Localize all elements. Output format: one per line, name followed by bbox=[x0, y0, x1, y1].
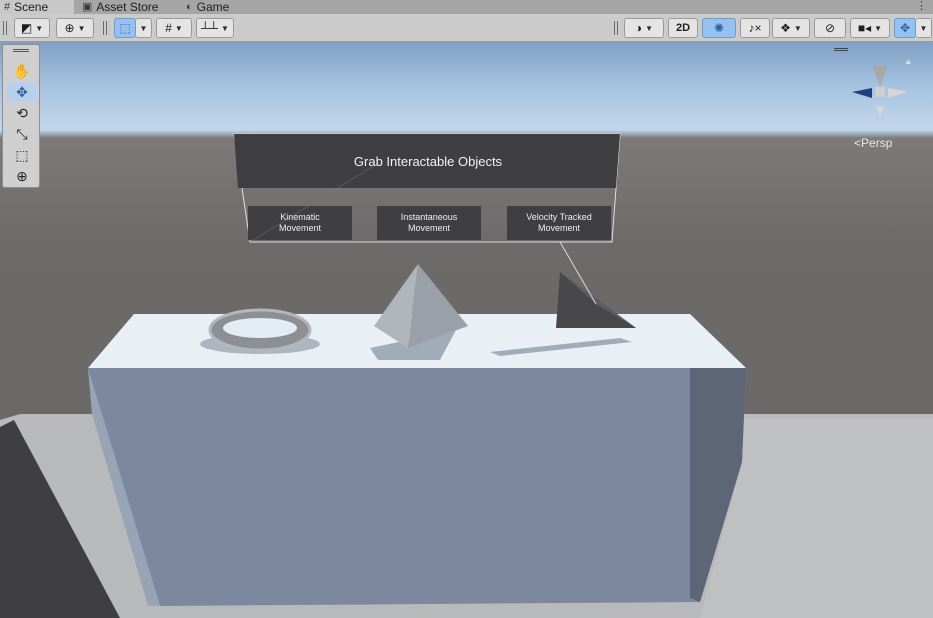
rotate-tool[interactable]: ⟲ bbox=[7, 103, 37, 123]
velocity-tracked-movement-button[interactable]: Velocity Tracked Movement bbox=[507, 212, 611, 234]
button-label-line2: Movement bbox=[278, 223, 322, 233]
more-options-icon[interactable]: ⋮ bbox=[916, 0, 927, 12]
torus-hole bbox=[223, 318, 297, 338]
button-label-line2: Movement bbox=[537, 223, 581, 233]
lock-icon[interactable]: 🔒︎ bbox=[906, 56, 911, 67]
camera-dropdown[interactable]: ■◂ ▼ bbox=[850, 18, 890, 38]
shading-mode-dropdown[interactable]: ◑ ▼ bbox=[624, 18, 664, 38]
effects-dropdown[interactable]: ❖ ▼ bbox=[772, 18, 810, 38]
gizmos-icon: ✥ bbox=[899, 21, 911, 35]
tab-scene-label: Scene bbox=[14, 0, 49, 14]
grid-snap-icon: # bbox=[165, 21, 172, 35]
rect-tool[interactable]: ⬚ bbox=[7, 145, 37, 165]
increment-snap-dropdown[interactable]: ┴┴ ▼ bbox=[196, 18, 234, 38]
chevron-down-icon: ▼ bbox=[77, 23, 86, 33]
pivot-toggle[interactable]: ⬚ bbox=[114, 18, 136, 38]
scene-visibility-toggle[interactable]: ⊘ bbox=[814, 18, 846, 38]
transform-icon: ⊕ bbox=[16, 167, 28, 184]
eye-hidden-icon: ⊘ bbox=[824, 21, 836, 35]
toolbar-grip-icon[interactable] bbox=[3, 21, 7, 35]
chevron-down-icon: ▼ bbox=[874, 23, 883, 33]
audio-mute-icon: ♪× bbox=[748, 21, 762, 35]
chevron-down-icon: ▼ bbox=[793, 23, 802, 33]
gizmo-drag-handle[interactable] bbox=[834, 48, 848, 51]
move-tool[interactable]: ✥ bbox=[7, 82, 37, 102]
store-icon: ▣ bbox=[82, 1, 93, 13]
chevron-down-icon: ▼ bbox=[35, 23, 44, 33]
scale-tool[interactable]: ⤡ bbox=[7, 124, 37, 144]
audio-toggle[interactable]: ♪× bbox=[740, 18, 770, 38]
scene-viewport[interactable]: ✋ ✥ ⟲ ⤡ ⬚ ⊕ 🔒︎ <Persp Grab Interactable … bbox=[0, 42, 933, 618]
scene-render bbox=[0, 66, 933, 618]
mode-2d-toggle[interactable]: 2D bbox=[668, 18, 698, 38]
grid-snap-dropdown[interactable]: # ▼ bbox=[156, 18, 192, 38]
tab-game[interactable]: ◐ Game bbox=[186, 0, 246, 14]
sphere-icon: ◑ bbox=[634, 21, 643, 35]
gizmos-toggle[interactable]: ✥ bbox=[894, 18, 916, 38]
instantaneous-movement-button[interactable]: Instantaneous Movement bbox=[377, 212, 481, 234]
grid-icon: # bbox=[4, 1, 11, 13]
button-label-line2: Movement bbox=[407, 223, 451, 233]
gamepad-icon: ◐ bbox=[186, 1, 193, 13]
mode-2d-label: 2D bbox=[675, 22, 691, 34]
chevron-down-icon: ▼ bbox=[919, 23, 928, 33]
shading-icon: ◩ bbox=[20, 21, 33, 35]
move-icon: ✥ bbox=[16, 83, 28, 100]
globe-icon: ⊕ bbox=[64, 21, 75, 35]
pivot-icon: ⬚ bbox=[119, 21, 131, 35]
scale-icon: ⤡ bbox=[16, 125, 28, 142]
projection-toggle[interactable]: <Persp bbox=[854, 136, 892, 150]
hand-tool[interactable]: ✋ bbox=[7, 61, 37, 81]
chevron-down-icon: ▼ bbox=[174, 23, 183, 33]
ruler-icon: ┴┴ bbox=[201, 21, 219, 35]
table-front bbox=[88, 368, 746, 606]
draw-mode-dropdown[interactable]: ◩ ▼ bbox=[14, 18, 50, 38]
tab-asset-store[interactable]: ▣ Asset Store bbox=[82, 0, 172, 14]
camera-icon: ■◂ bbox=[857, 21, 872, 35]
effects-icon: ❖ bbox=[780, 21, 791, 35]
lightbulb-icon: ✺ bbox=[713, 21, 725, 35]
orientation-gizmo[interactable]: 🔒︎ <Persp bbox=[834, 42, 930, 152]
window-tab-bar: # Scene ▣ Asset Store ◐ Game ⋮ bbox=[0, 0, 933, 14]
tab-asset-store-label: Asset Store bbox=[96, 0, 159, 14]
tools-overlay: ✋ ✥ ⟲ ⤡ ⬚ ⊕ bbox=[2, 44, 40, 188]
toolbar-grip-icon[interactable] bbox=[103, 21, 107, 35]
scene-toolbar: ◩ ▼ ⊕ ▼ ⬚ ▼ # ▼ ┴┴ ▼ ◑ ▼ 2D ✺ ♪× ❖ ▼ ⊘ ■◂ ▼ ✥ ▼ bbox=[0, 14, 933, 42]
projection-label: Persp bbox=[861, 136, 893, 150]
chevron-down-icon: ▼ bbox=[139, 23, 148, 33]
toolbar-grip-icon[interactable] bbox=[614, 21, 618, 35]
button-label-line1: Kinematic bbox=[280, 212, 320, 222]
button-label-line1: Velocity Tracked bbox=[526, 212, 592, 222]
tab-scene[interactable]: # Scene bbox=[0, 0, 74, 14]
pivot-dropdown[interactable]: ▼ bbox=[136, 18, 152, 38]
rotate-icon: ⟲ bbox=[16, 104, 28, 121]
chevron-down-icon: ▼ bbox=[645, 23, 654, 33]
canvas-title: Grab Interactable Objects bbox=[353, 154, 503, 169]
lighting-toggle[interactable]: ✺ bbox=[702, 18, 736, 38]
tab-game-label: Game bbox=[196, 0, 230, 14]
tools-drag-handle[interactable] bbox=[13, 49, 29, 52]
gizmos-dropdown[interactable]: ▼ bbox=[916, 18, 932, 38]
hand-icon: ✋ bbox=[13, 62, 31, 79]
kinematic-movement-button[interactable]: Kinematic Movement bbox=[248, 212, 352, 234]
button-label-line1: Instantaneous bbox=[400, 212, 458, 222]
chevron-down-icon: ▼ bbox=[221, 23, 229, 33]
chevron-left-icon: < bbox=[854, 136, 862, 150]
rect-icon: ⬚ bbox=[15, 146, 29, 163]
global-local-dropdown[interactable]: ⊕ ▼ bbox=[56, 18, 94, 38]
transform-tool[interactable]: ⊕ bbox=[7, 166, 37, 186]
